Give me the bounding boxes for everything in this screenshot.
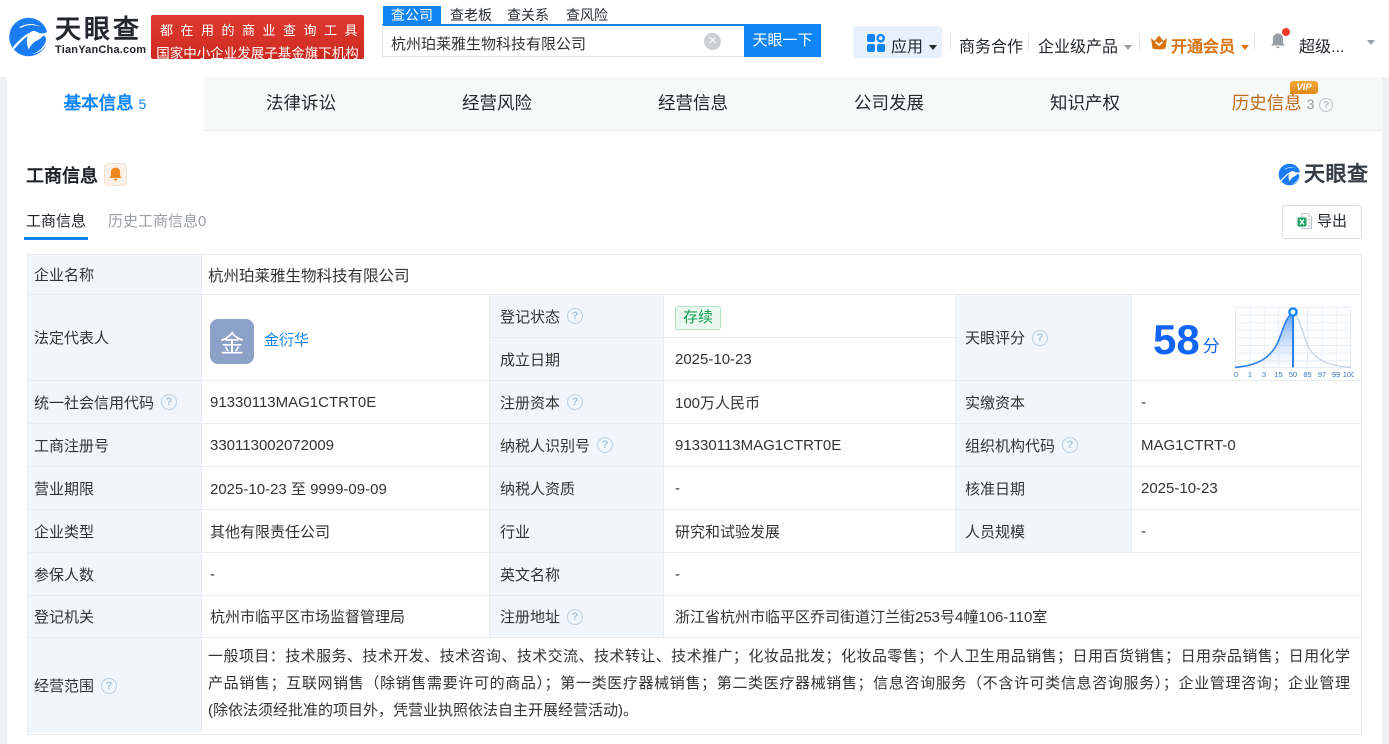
- svg-text:15: 15: [1274, 370, 1282, 379]
- svg-text:0: 0: [1234, 370, 1238, 379]
- svg-text:50: 50: [1289, 370, 1297, 379]
- svg-text:3: 3: [1262, 370, 1266, 379]
- svg-text:1: 1: [1248, 370, 1252, 379]
- svg-text:100: 100: [1342, 370, 1353, 379]
- svg-text:85: 85: [1303, 370, 1311, 379]
- svg-text:99: 99: [1332, 370, 1340, 379]
- svg-text:97: 97: [1318, 370, 1326, 379]
